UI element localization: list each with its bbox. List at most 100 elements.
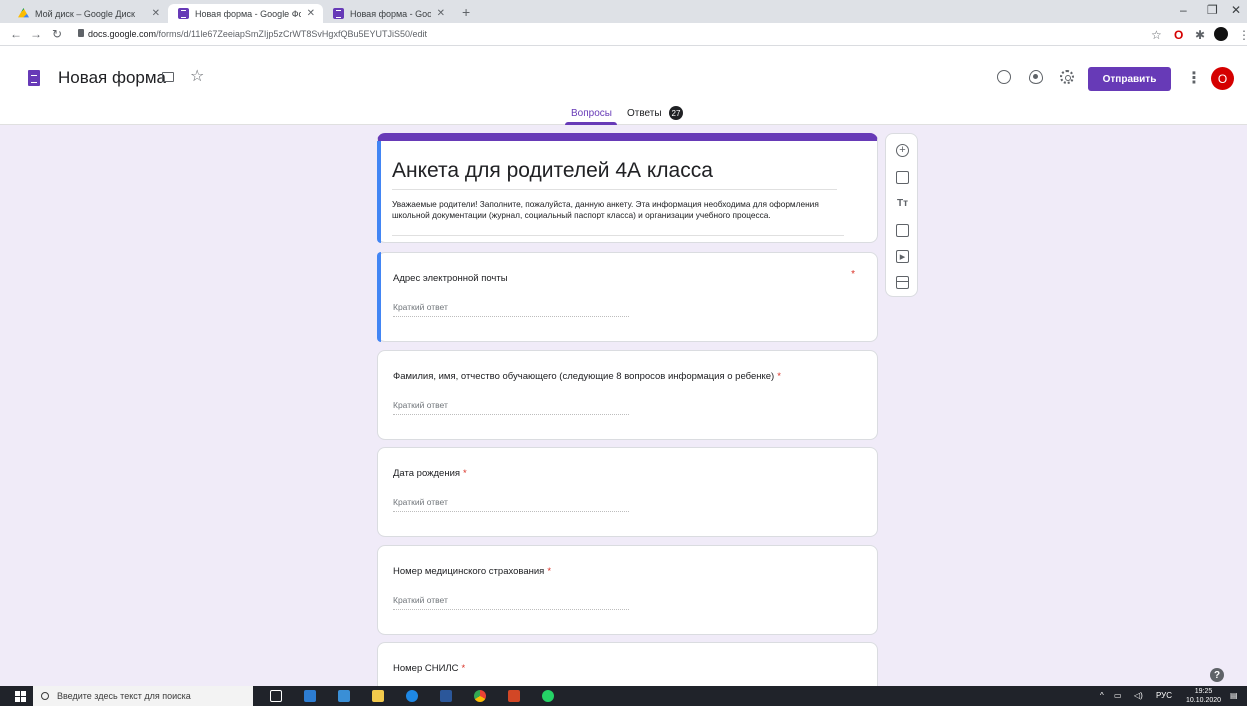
question-title[interactable]: Дата рождения *: [393, 468, 467, 479]
divider: [392, 189, 837, 190]
new-tab-button[interactable]: +: [462, 4, 470, 20]
restore-button[interactable]: ❐: [1207, 3, 1218, 17]
question-title[interactable]: Номер медицинского страхования *: [393, 566, 551, 577]
folder-icon[interactable]: [162, 72, 174, 82]
question-toolbar: + Tт ▸: [885, 133, 918, 297]
short-answer-placeholder: Краткий ответ: [393, 302, 448, 312]
answer-underline: [393, 414, 629, 415]
tab-questions[interactable]: Вопросы: [571, 108, 612, 119]
tab-answers[interactable]: Ответы: [627, 108, 662, 119]
windows-taskbar: Введите здесь текст для поиска ^ ▭ ◁) РУ…: [0, 686, 1247, 706]
form-description[interactable]: Уважаемые родители! Заполните, пожалуйст…: [392, 199, 844, 220]
notifications-icon[interactable]: ▤: [1230, 691, 1238, 700]
divider: [392, 235, 844, 236]
url-field[interactable]: docs.google.com/forms/d/11le67ZeeiapSmZI…: [88, 29, 427, 39]
add-section-icon[interactable]: [896, 276, 909, 289]
answers-count-badge: 27: [669, 106, 683, 120]
bookmark-star-icon[interactable]: ☆: [1151, 28, 1162, 42]
opera-extension-icon[interactable]: O: [1174, 28, 1183, 42]
form-title-card[interactable]: Анкета для родителей 4А класса Уважаемые…: [377, 133, 878, 243]
back-icon[interactable]: ←: [10, 27, 22, 41]
taskbar-search[interactable]: Введите здесь текст для поиска: [33, 686, 253, 706]
more-options-icon[interactable]: ⋮: [1186, 68, 1202, 88]
question-title-text: Фамилия, имя, отчество обучающего (следу…: [393, 371, 775, 382]
whatsapp-icon[interactable]: [542, 690, 554, 702]
calculator-icon[interactable]: [338, 690, 350, 702]
required-mark: *: [777, 371, 781, 382]
palette-icon[interactable]: [997, 70, 1011, 84]
network-icon[interactable]: ▭: [1114, 691, 1122, 700]
browser-tab-bar: Мой диск – Google Диск ✕ Новая форма - G…: [0, 0, 1247, 23]
close-tab-icon[interactable]: ✕: [152, 8, 160, 19]
question-card[interactable]: Номер медицинского страхования * Краткий …: [377, 545, 878, 635]
question-title-text: Номер медицинского страхования: [393, 566, 545, 577]
add-image-icon[interactable]: [896, 224, 909, 237]
question-card[interactable]: Номер СНИЛС *: [377, 642, 878, 686]
tab-label: Новая форма - Google Формы: [195, 8, 301, 19]
question-title-text: Номер СНИЛС: [393, 663, 459, 674]
windows-start-icon[interactable]: [15, 691, 26, 702]
add-title-icon[interactable]: Tт: [896, 197, 909, 210]
add-question-icon[interactable]: +: [896, 144, 909, 157]
file-explorer-icon[interactable]: [372, 690, 384, 702]
forward-icon[interactable]: →: [30, 27, 42, 41]
tab-forms[interactable]: Новая форма - Google Формы ✕: [323, 4, 453, 23]
search-placeholder: Введите здесь текст для поиска: [57, 691, 191, 701]
close-window-button[interactable]: ✕: [1231, 3, 1241, 17]
google-drive-icon: [18, 8, 29, 18]
star-icon[interactable]: ☆: [190, 66, 204, 86]
google-forms-icon: [178, 8, 189, 19]
preview-eye-icon[interactable]: [1029, 70, 1043, 84]
question-card[interactable]: Дата рождения * Краткий ответ: [377, 447, 878, 537]
url-path: /forms/d/11le67ZeeiapSmZIjp5zCrWT8SvHgxf…: [156, 29, 427, 39]
internet-explorer-icon[interactable]: [406, 690, 418, 702]
reload-icon[interactable]: ↻: [52, 27, 62, 41]
chrome-icon[interactable]: [474, 690, 486, 702]
question-title[interactable]: Номер СНИЛС *: [393, 663, 465, 674]
volume-icon[interactable]: ◁): [1134, 691, 1143, 700]
tab-label: Новая форма - Google Формы: [350, 8, 431, 19]
question-card[interactable]: Адрес электронной почты * Краткий ответ: [377, 252, 878, 342]
edge-icon[interactable]: [304, 690, 316, 702]
question-card[interactable]: Фамилия, имя, отчество обучающего (следу…: [377, 350, 878, 440]
import-questions-icon[interactable]: [896, 171, 909, 184]
task-view-icon[interactable]: [270, 690, 282, 702]
address-bar: ← → ↻ docs.google.com/forms/d/11le67Zeei…: [0, 23, 1247, 46]
add-video-icon[interactable]: ▸: [896, 250, 909, 263]
close-tab-icon[interactable]: ✕: [307, 8, 315, 19]
avatar[interactable]: О: [1211, 67, 1234, 90]
send-button[interactable]: Отправить: [1088, 67, 1171, 91]
url-host: docs.google.com: [88, 29, 157, 39]
forms-doc-icon[interactable]: [28, 70, 40, 86]
short-answer-placeholder: Краткий ответ: [393, 595, 448, 605]
browser-menu-icon[interactable]: ⋮: [1238, 28, 1247, 42]
word-icon[interactable]: [440, 690, 452, 702]
tab-label: Мой диск – Google Диск: [35, 8, 135, 19]
required-mark: *: [463, 468, 467, 479]
language-indicator[interactable]: РУС: [1156, 691, 1172, 700]
clock-date: 10.10.2020: [1186, 697, 1222, 704]
powerpoint-icon[interactable]: [508, 690, 520, 702]
short-answer-placeholder: Краткий ответ: [393, 497, 448, 507]
clock[interactable]: 19:25 10.10.2020: [1186, 687, 1221, 705]
minimize-button[interactable]: –: [1180, 3, 1187, 17]
tray-arrow-icon[interactable]: ^: [1100, 691, 1104, 700]
answer-underline: [393, 511, 629, 512]
close-tab-icon[interactable]: ✕: [437, 8, 445, 19]
search-icon: [41, 692, 49, 700]
required-mark: *: [547, 566, 552, 577]
question-title-text: Дата рождения: [393, 468, 461, 479]
help-icon[interactable]: ?: [1210, 668, 1224, 682]
tab-forms-active[interactable]: Новая форма - Google Формы ✕: [168, 4, 323, 23]
active-tab-indicator: [565, 122, 617, 125]
extensions-puzzle-icon[interactable]: ✱: [1195, 28, 1205, 42]
form-title[interactable]: Анкета для родителей 4А класса: [392, 159, 713, 183]
tab-google-drive[interactable]: Мой диск – Google Диск ✕: [8, 4, 168, 23]
question-title[interactable]: Адрес электронной почты: [393, 273, 508, 284]
settings-gear-icon[interactable]: [1060, 70, 1074, 84]
profile-icon[interactable]: [1214, 27, 1228, 41]
clock-time: 19:25: [1194, 688, 1213, 695]
question-title[interactable]: Фамилия, имя, отчество обучающего (следу…: [393, 371, 781, 382]
short-answer-placeholder: Краткий ответ: [393, 400, 448, 410]
form-name[interactable]: Новая форма: [58, 68, 166, 88]
